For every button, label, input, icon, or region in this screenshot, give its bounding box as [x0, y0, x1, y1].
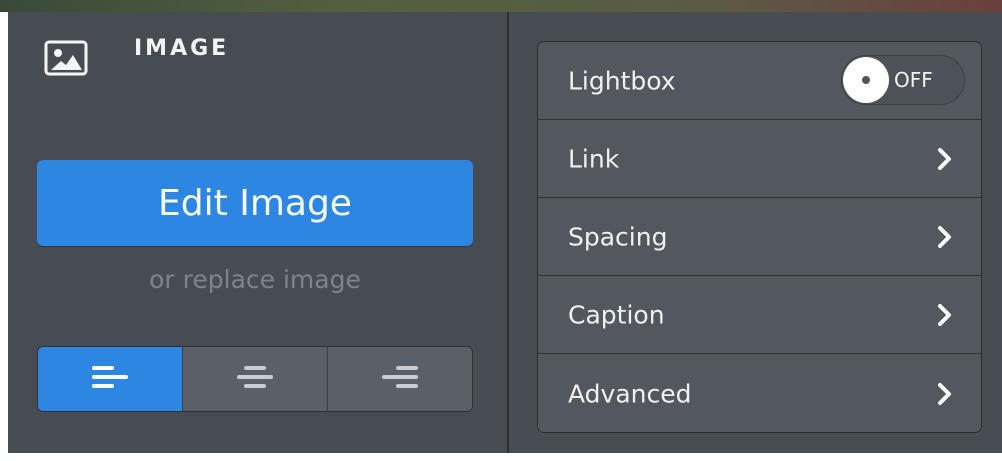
align-right-button[interactable]	[328, 347, 472, 411]
panel-title: IMAGE	[134, 36, 230, 61]
align-center-icon	[237, 366, 273, 388]
chevron-right-icon	[938, 303, 951, 326]
image-icon	[44, 40, 88, 76]
caption-label: Caption	[568, 300, 665, 329]
chevron-right-icon	[938, 225, 951, 248]
spacing-label: Spacing	[568, 222, 668, 251]
alignment-button-group	[37, 346, 473, 412]
toggle-state-text: OFF	[894, 68, 933, 92]
edit-image-button[interactable]: Edit Image	[37, 160, 473, 246]
chevron-right-icon	[938, 383, 951, 405]
align-left-button[interactable]	[38, 347, 183, 411]
replace-image-link[interactable]: or replace image	[37, 265, 473, 294]
lightbox-label: Lightbox	[568, 66, 676, 95]
caption-row[interactable]: Caption	[538, 276, 981, 354]
align-center-button[interactable]	[183, 347, 328, 411]
settings-pane: Lightbox OFF Link Spacing Caption Advanc…	[509, 12, 1002, 453]
align-right-icon	[382, 366, 418, 388]
image-settings-panel: IMAGE Edit Image or replace image Lightb…	[8, 12, 1002, 453]
top-background-strip	[0, 0, 1002, 12]
settings-list: Lightbox OFF Link Spacing Caption Advanc…	[537, 41, 982, 433]
lightbox-toggle[interactable]: OFF	[841, 55, 965, 105]
align-left-icon	[92, 366, 128, 388]
spacing-row[interactable]: Spacing	[538, 198, 981, 276]
link-label: Link	[568, 144, 620, 173]
image-pane: IMAGE Edit Image or replace image	[8, 12, 507, 453]
advanced-label: Advanced	[568, 379, 692, 409]
advanced-row[interactable]: Advanced	[538, 354, 981, 432]
link-row[interactable]: Link	[538, 120, 981, 198]
chevron-right-icon	[938, 147, 951, 170]
lightbox-row: Lightbox OFF	[538, 42, 981, 120]
toggle-knob	[843, 57, 889, 103]
